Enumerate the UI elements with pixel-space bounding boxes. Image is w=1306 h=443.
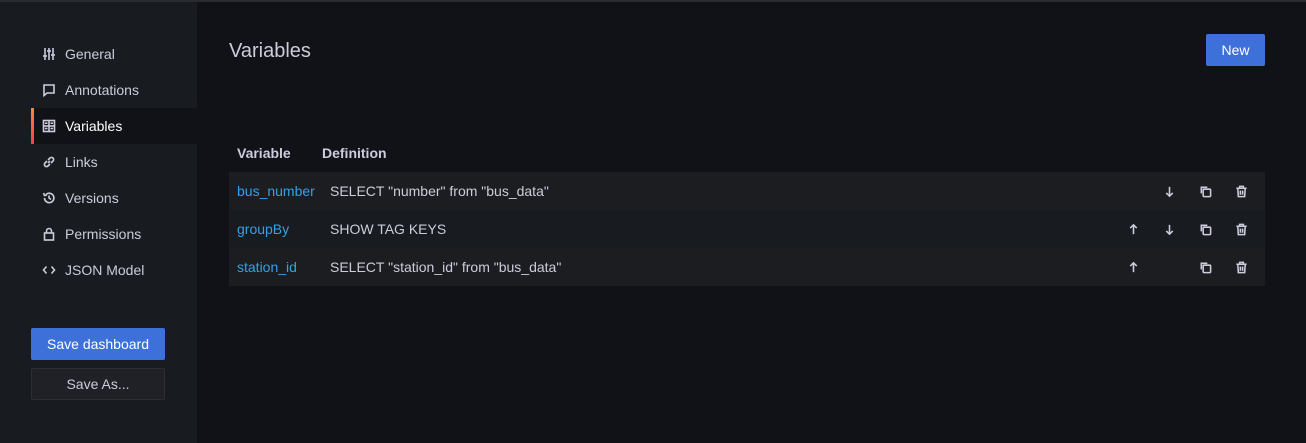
- new-variable-button[interactable]: New: [1206, 34, 1265, 66]
- variable-name-link[interactable]: groupBy: [229, 221, 330, 237]
- sidebar-item-json-model[interactable]: JSON Model: [31, 252, 197, 288]
- move-up-button[interactable]: [1115, 217, 1151, 241]
- copy-icon: [1200, 262, 1211, 273]
- column-header-variable: Variable: [237, 145, 291, 161]
- sidebar-item-permissions[interactable]: Permissions: [31, 216, 197, 252]
- copy-icon: [1200, 224, 1211, 235]
- move-up-placeholder: [1115, 179, 1151, 203]
- column-header-definition: Definition: [322, 145, 387, 161]
- duplicate-button[interactable]: [1187, 255, 1223, 279]
- page-title: Variables: [229, 40, 311, 62]
- settings-sidebar: General Annotations Variables Links Vers…: [0, 2, 197, 443]
- table-header: Variable Definition: [229, 134, 1265, 172]
- comment-icon: [41, 82, 57, 98]
- code-icon: [41, 262, 57, 278]
- sidebar-item-label: Annotations: [65, 82, 139, 98]
- settings-nav: General Annotations Variables Links Vers…: [31, 36, 197, 288]
- save-dashboard-button[interactable]: Save dashboard: [31, 328, 165, 360]
- sliders-icon: [41, 46, 57, 62]
- arrow-up-icon: [1129, 223, 1137, 234]
- arrow-down-icon: [1165, 224, 1173, 235]
- arrow-up-icon: [1129, 261, 1137, 272]
- duplicate-button[interactable]: [1187, 217, 1223, 241]
- delete-button[interactable]: [1223, 217, 1259, 241]
- sidebar-item-label: General: [65, 46, 115, 62]
- trash-icon: [1235, 185, 1247, 197]
- delete-button[interactable]: [1223, 255, 1259, 279]
- copy-icon: [1200, 186, 1211, 197]
- move-down-button[interactable]: [1151, 217, 1187, 241]
- trash-icon: [1235, 261, 1247, 273]
- sidebar-item-versions[interactable]: Versions: [31, 180, 197, 216]
- lock-icon: [41, 226, 57, 242]
- arrow-down-icon: [1165, 186, 1173, 197]
- sidebar-item-variables[interactable]: Variables: [31, 108, 197, 144]
- row-actions: [1115, 255, 1259, 279]
- sidebar-item-label: JSON Model: [65, 262, 145, 278]
- sidebar-item-label: Versions: [65, 190, 119, 206]
- variable-name-link[interactable]: bus_number: [229, 183, 330, 199]
- history-icon: [41, 190, 57, 206]
- delete-button[interactable]: [1223, 179, 1259, 203]
- sidebar-item-label: Variables: [65, 118, 123, 134]
- link-icon: [41, 154, 57, 170]
- calculator-icon: [41, 118, 57, 134]
- sidebar-item-links[interactable]: Links: [31, 144, 197, 180]
- move-down-placeholder: [1151, 255, 1187, 279]
- sidebar-item-label: Permissions: [65, 226, 142, 242]
- table-row: groupBy SHOW TAG KEYS: [229, 210, 1265, 248]
- save-as-button[interactable]: Save As...: [31, 368, 165, 400]
- variable-definition: SELECT "station_id" from "bus_data": [330, 259, 562, 275]
- sidebar-item-general[interactable]: General: [31, 36, 197, 72]
- trash-icon: [1235, 223, 1247, 235]
- row-actions: [1115, 179, 1259, 203]
- duplicate-button[interactable]: [1187, 179, 1223, 203]
- row-actions: [1115, 217, 1259, 241]
- variable-name-link[interactable]: station_id: [229, 259, 330, 275]
- table-row: bus_number SELECT "number" from "bus_dat…: [229, 172, 1265, 210]
- variable-definition: SHOW TAG KEYS: [330, 221, 447, 237]
- variables-table: Variable Definition bus_number SELECT "n…: [229, 134, 1265, 286]
- table-row: station_id SELECT "station_id" from "bus…: [229, 248, 1265, 286]
- move-down-button[interactable]: [1151, 179, 1187, 203]
- sidebar-item-annotations[interactable]: Annotations: [31, 72, 197, 108]
- variable-definition: SELECT "number" from "bus_data": [330, 183, 549, 199]
- move-up-button[interactable]: [1115, 255, 1151, 279]
- sidebar-item-label: Links: [65, 154, 98, 170]
